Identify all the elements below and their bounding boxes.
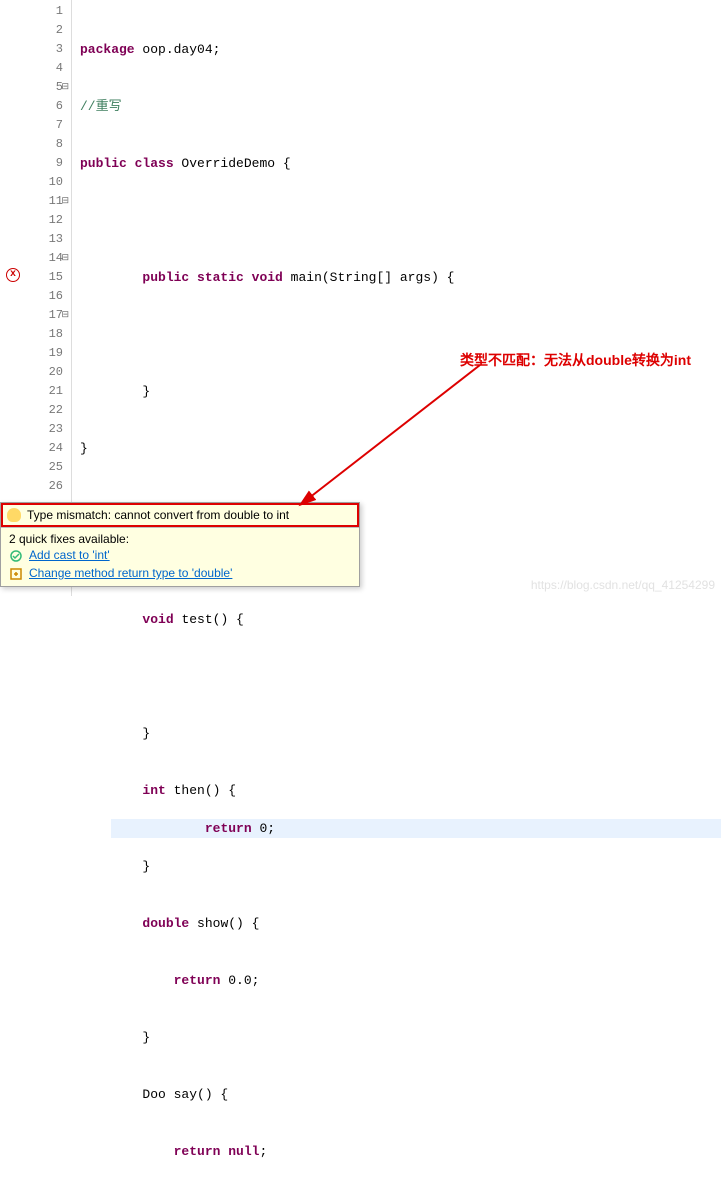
fold-minus-icon[interactable]: ⊟ <box>59 78 69 88</box>
line-number: 9 <box>0 154 63 173</box>
code-text: } <box>80 724 721 743</box>
line-number: 14⊟ <box>0 249 63 268</box>
line-number: 17⊟ <box>0 306 63 325</box>
cast-icon <box>9 549 23 563</box>
keyword: int <box>142 783 165 798</box>
line-number: 12 <box>0 211 63 230</box>
error-tooltip: Type mismatch: cannot convert from doubl… <box>0 502 360 587</box>
quickfix-change-return-type[interactable]: Change method return type to 'double' <box>9 564 351 582</box>
line-number: 24 <box>0 439 63 458</box>
line-number: 25 <box>0 458 63 477</box>
watermark-text: https://blog.csdn.net/qq_41254299 <box>531 578 715 592</box>
code-text: } <box>80 382 721 401</box>
keyword: double <box>142 916 189 931</box>
keyword: package <box>80 42 135 57</box>
line-number: 21 <box>0 382 63 401</box>
red-annotation-text: 类型不匹配：无法从double转换为int <box>460 350 691 370</box>
line-number: 16 <box>0 287 63 306</box>
line-number: 13 <box>0 230 63 249</box>
change-type-icon <box>9 567 23 581</box>
line-number: 4 <box>0 59 63 78</box>
code-text: } <box>80 857 721 876</box>
line-number: 8 <box>0 135 63 154</box>
keyword: public class <box>80 156 174 171</box>
error-icon[interactable]: x <box>6 268 20 282</box>
tooltip-title: Type mismatch: cannot convert from doubl… <box>1 503 359 527</box>
keyword: return null <box>174 1144 260 1159</box>
error-message: Type mismatch: cannot convert from doubl… <box>27 508 289 522</box>
fold-minus-icon[interactable]: ⊟ <box>59 249 69 259</box>
line-number: 10 <box>0 173 63 192</box>
line-number: 3 <box>0 40 63 59</box>
quickfix-header: 2 quick fixes available: <box>9 532 351 546</box>
line-number: 5⊟ <box>0 78 63 97</box>
code-text: } <box>80 1028 721 1047</box>
code-text: Doo say() { <box>80 1085 721 1104</box>
keyword: void <box>142 612 173 627</box>
line-number: 7 <box>0 116 63 135</box>
fold-minus-icon[interactable]: ⊟ <box>59 192 69 202</box>
quickfix-add-cast[interactable]: Add cast to 'int' <box>9 546 351 564</box>
comment: //重写 <box>80 99 122 114</box>
line-number: 20 <box>0 363 63 382</box>
keyword: return <box>205 821 252 836</box>
line-number: 23 <box>0 420 63 439</box>
line-number: 2 <box>0 21 63 40</box>
line-number: 18 <box>0 325 63 344</box>
keyword: return <box>174 973 221 988</box>
line-number: x15 <box>0 268 63 287</box>
lightbulb-icon <box>7 508 21 522</box>
fold-minus-icon[interactable]: ⊟ <box>59 306 69 316</box>
line-number: 26 <box>0 477 63 496</box>
keyword: public static void <box>142 270 282 285</box>
line-number: 1 <box>0 2 63 21</box>
code-text: } <box>80 439 721 458</box>
line-number: 11⊟ <box>0 192 63 211</box>
line-number: 22 <box>0 401 63 420</box>
line-number: 6 <box>0 97 63 116</box>
line-number: 19 <box>0 344 63 363</box>
